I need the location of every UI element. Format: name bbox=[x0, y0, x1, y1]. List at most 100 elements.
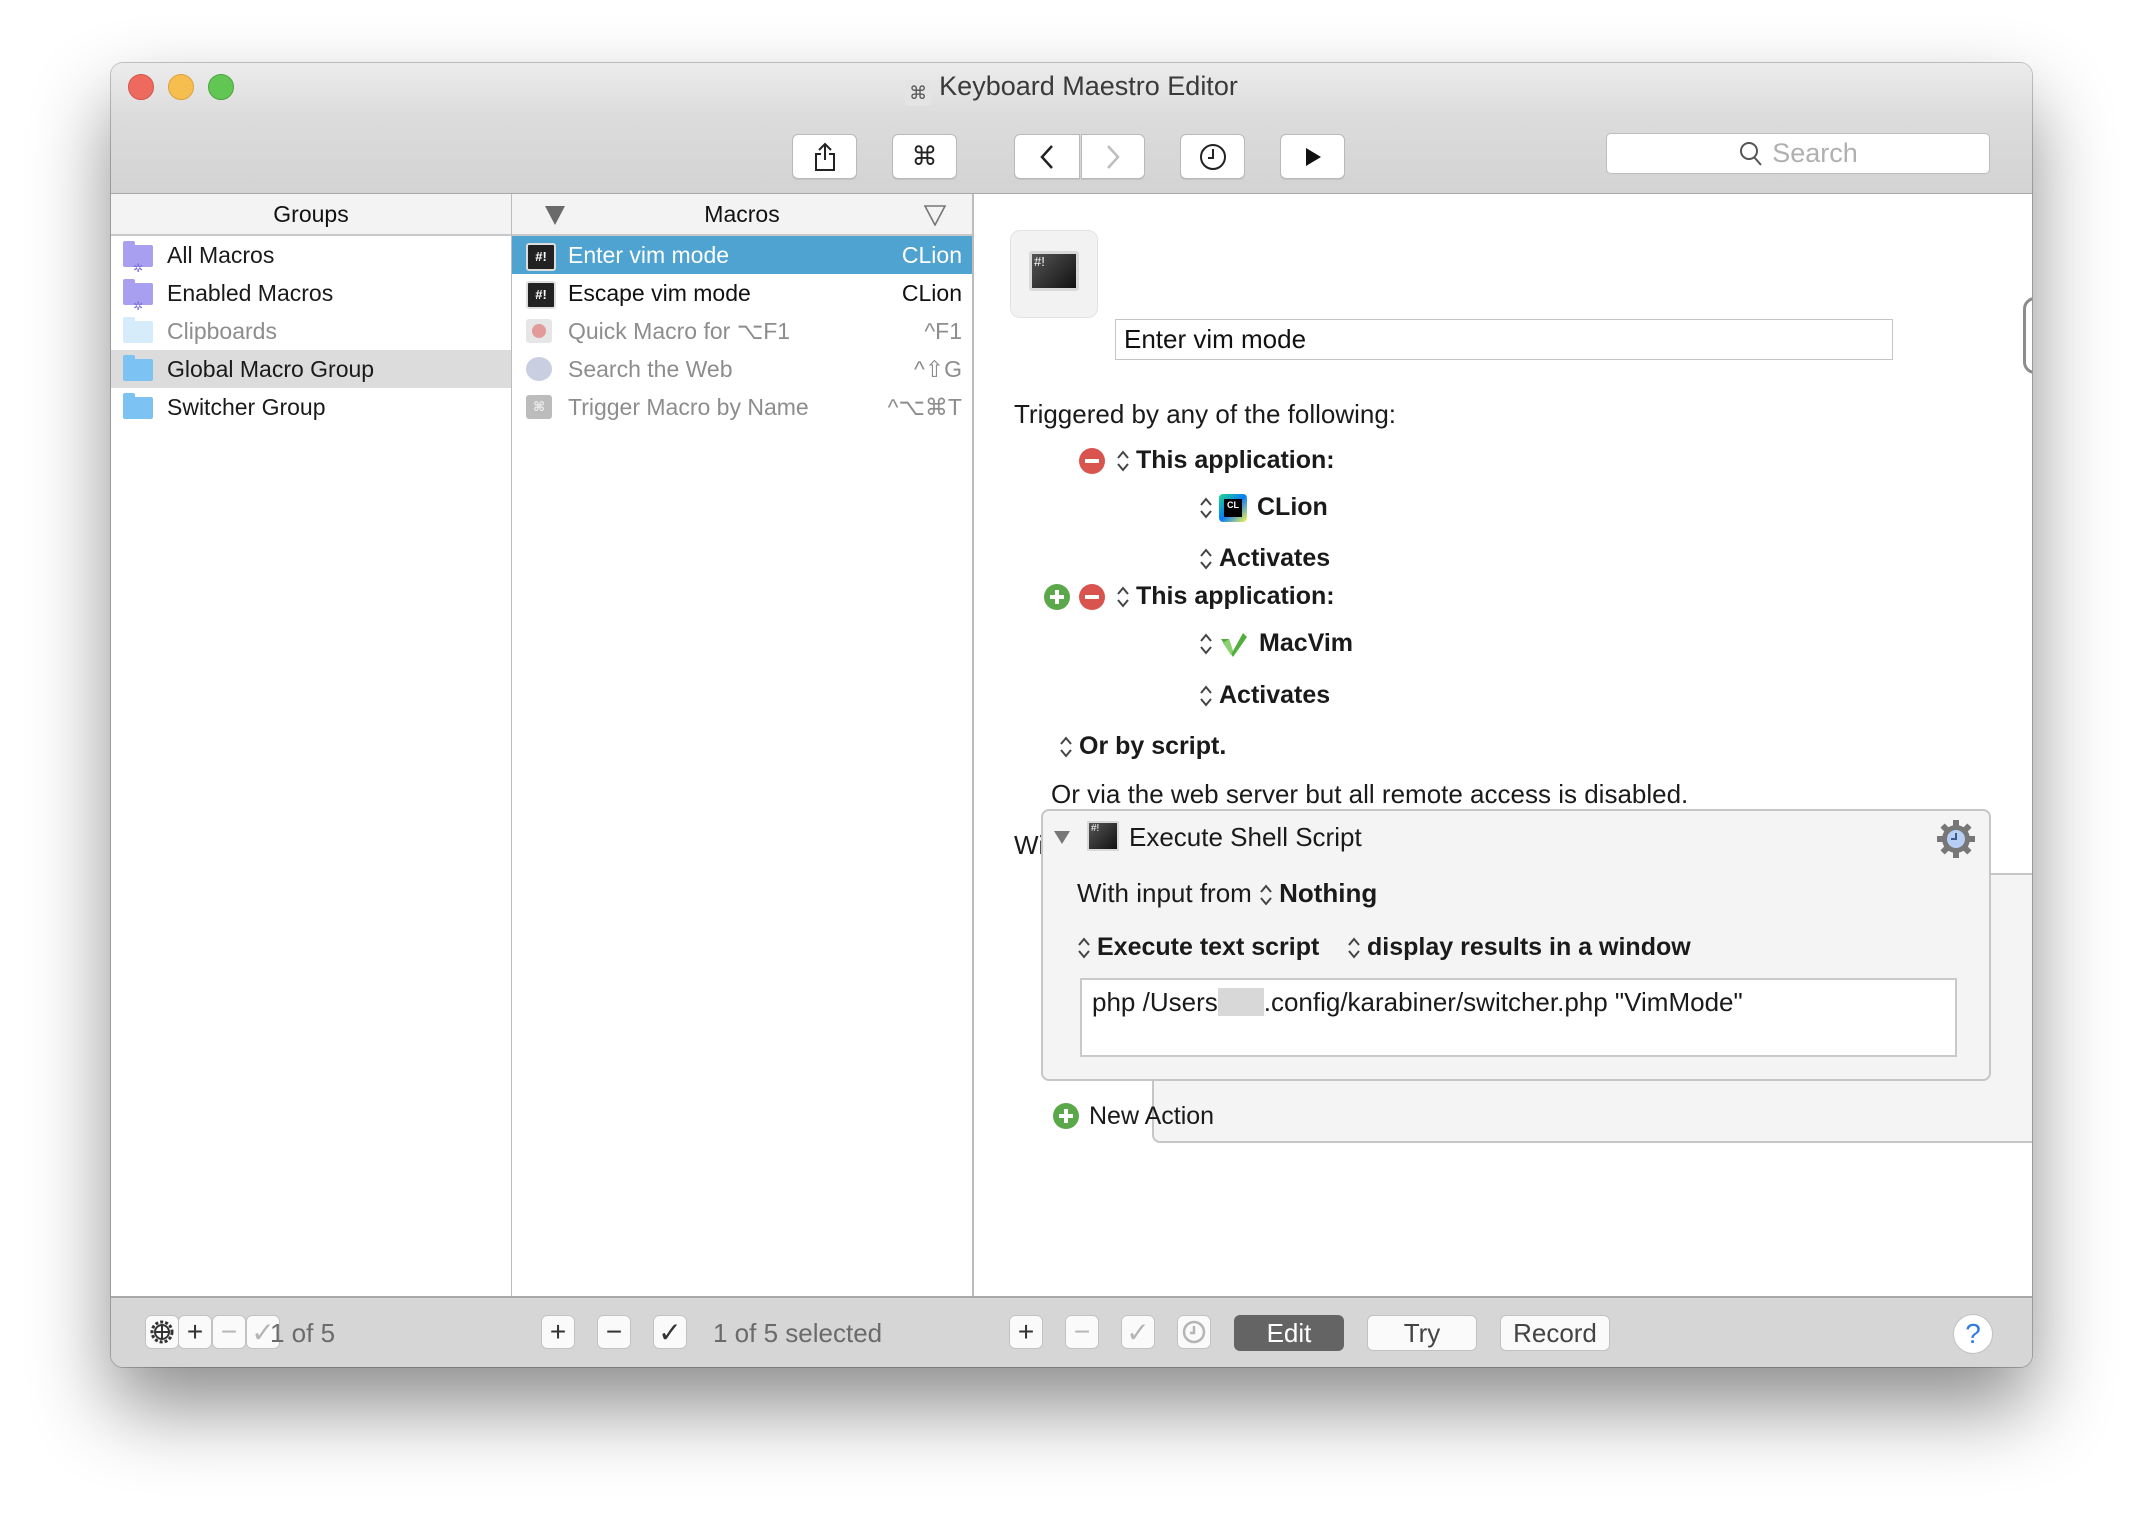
command-button[interactable]: ⌘ bbox=[892, 134, 957, 179]
groups-header[interactable]: Groups bbox=[111, 194, 511, 236]
script-mode-selector[interactable]: Execute text script bbox=[1077, 929, 1319, 965]
enable-macro-button[interactable]: ✓ bbox=[653, 1315, 687, 1349]
group-item[interactable]: ✲ Enabled Macros bbox=[111, 274, 511, 313]
new-action-button[interactable]: New Action bbox=[1053, 1100, 1214, 1132]
enable-action-button[interactable]: ✓ bbox=[1121, 1315, 1155, 1349]
macro-name-field[interactable] bbox=[1115, 319, 1893, 360]
share-button[interactable] bbox=[792, 134, 857, 179]
disclosure-triangle-icon[interactable] bbox=[1053, 829, 1071, 845]
macro-icon-well[interactable]: #! bbox=[1010, 230, 1098, 318]
macros-panel: Macros #! Enter vim mode CLion #! Escape vim… bbox=[512, 194, 974, 1296]
macro-item[interactable]: #! Enter vim mode CLion bbox=[512, 236, 972, 274]
output-selector[interactable]: display results in a window bbox=[1347, 929, 1691, 965]
macro-item[interactable]: Search the Web ^⇧G bbox=[512, 350, 972, 388]
minus-icon: − bbox=[1073, 1316, 1091, 1347]
groups-panel: Groups ✲ All Macros ✲ Enabled Macros Clipboa… bbox=[111, 194, 513, 1296]
command-icon: ⌘ bbox=[911, 141, 938, 171]
group-item-label: All Macros bbox=[167, 242, 275, 268]
macro-item-label: Quick Macro for ⌥F1 bbox=[568, 318, 791, 344]
trigger-app-selector[interactable]: MacVim bbox=[1199, 629, 1353, 659]
group-item-label: Clipboards bbox=[167, 318, 277, 344]
window-title-text: Keyboard Maestro Editor bbox=[939, 71, 1238, 101]
group-item[interactable]: Clipboards bbox=[111, 312, 511, 350]
stepper-icon bbox=[1200, 548, 1212, 570]
stepper-icon bbox=[1078, 937, 1090, 959]
macro-enabled-checkbox[interactable] bbox=[2023, 297, 2032, 374]
checkmark-icon bbox=[2026, 300, 2032, 371]
script-text-area[interactable]: php /Users .config/karabiner/switcher.php… bbox=[1080, 978, 1957, 1057]
script-text-prefix: php /Users bbox=[1092, 987, 1218, 1017]
title-toolbar: ⌘ Keyboard Maestro Editor ⌘ Search bbox=[111, 63, 2032, 195]
macro-item-label: Escape vim mode bbox=[568, 280, 751, 306]
remove-trigger-button[interactable] bbox=[1079, 584, 1105, 610]
macros-header-label: Macros bbox=[704, 201, 780, 227]
script-trigger-selector[interactable]: Or by script. bbox=[1059, 732, 1226, 761]
clock-icon bbox=[1199, 143, 1226, 170]
clion-app-icon: CL bbox=[1219, 494, 1247, 523]
group-settings-button[interactable] bbox=[145, 1315, 179, 1349]
shell-script-icon: #! bbox=[526, 243, 556, 271]
macro-item-label: Enter vim mode bbox=[568, 242, 730, 268]
history-button[interactable] bbox=[1180, 134, 1245, 179]
try-button[interactable]: Try bbox=[1367, 1315, 1477, 1351]
search-field[interactable]: Search bbox=[1606, 133, 1990, 174]
collapse-triangle-icon[interactable] bbox=[544, 204, 566, 226]
minus-icon: − bbox=[220, 1316, 238, 1347]
stepper-icon bbox=[1117, 450, 1129, 472]
new-action-label: New Action bbox=[1089, 1102, 1215, 1130]
run-button[interactable] bbox=[1280, 134, 1345, 179]
macro-item[interactable]: Quick Macro for ⌥F1 ^F1 bbox=[512, 312, 972, 350]
trigger-type-selector[interactable]: This application: bbox=[1116, 582, 1335, 611]
plus-icon: + bbox=[549, 1316, 567, 1347]
chevron-right-icon bbox=[1107, 144, 1120, 169]
add-group-button[interactable]: + bbox=[178, 1315, 212, 1349]
stepper-icon bbox=[1117, 586, 1129, 608]
trigger-event-selector[interactable]: Activates bbox=[1199, 544, 1330, 573]
macro-item-trigger: CLion bbox=[901, 280, 962, 306]
trigger-app-selector[interactable]: CL CLion bbox=[1199, 493, 1328, 523]
plus-icon: + bbox=[1017, 1316, 1035, 1347]
folder-icon bbox=[123, 355, 153, 381]
help-button[interactable]: ? bbox=[1953, 1314, 1993, 1354]
remove-group-button[interactable]: − bbox=[212, 1315, 246, 1349]
macros-header[interactable]: Macros bbox=[512, 194, 972, 236]
input-source-row: With input from Nothing bbox=[1077, 875, 1377, 911]
shell-script-icon: #! bbox=[526, 281, 556, 309]
action-box[interactable]: #! Execute Shell Script With input from … bbox=[1041, 809, 1991, 1081]
group-item[interactable]: ✲ All Macros bbox=[111, 236, 511, 275]
trigger-event-selector[interactable]: Activates bbox=[1199, 681, 1330, 710]
add-trigger-button[interactable] bbox=[1044, 584, 1070, 610]
add-action-bottom-button[interactable]: + bbox=[1009, 1315, 1043, 1349]
filter-icon[interactable] bbox=[924, 204, 946, 226]
stepper-icon bbox=[1060, 736, 1072, 758]
macro-item-label: Trigger Macro by Name bbox=[568, 394, 809, 420]
group-item[interactable]: Switcher Group bbox=[111, 388, 511, 426]
keyboard-maestro-app-icon: ⌘ bbox=[905, 80, 932, 106]
back-button[interactable] bbox=[1014, 134, 1080, 179]
edit-button[interactable]: Edit bbox=[1234, 1315, 1344, 1351]
smart-folder-icon: ✲ bbox=[123, 279, 153, 313]
remove-macro-button[interactable]: − bbox=[597, 1315, 631, 1349]
remove-action-button[interactable]: − bbox=[1065, 1315, 1099, 1349]
group-item[interactable]: Global Macro Group bbox=[111, 350, 511, 388]
macro-item-trigger: ^⇧G bbox=[914, 356, 962, 382]
chevron-left-icon bbox=[1040, 144, 1053, 169]
macros-count: 1 of 5 selected bbox=[713, 1318, 883, 1348]
macro-item[interactable]: ⌘ Trigger Macro by Name ^⌥⌘T bbox=[512, 388, 972, 426]
record-key-icon bbox=[526, 319, 552, 343]
action-timer-button[interactable] bbox=[1177, 1315, 1211, 1349]
action-gear-icon[interactable] bbox=[1936, 819, 1976, 859]
add-macro-button[interactable]: + bbox=[541, 1315, 575, 1349]
stepper-icon bbox=[1260, 884, 1272, 906]
gear-plus-icon bbox=[150, 1320, 174, 1344]
input-label: With input from bbox=[1077, 878, 1252, 908]
stepper-icon bbox=[1200, 633, 1212, 655]
group-item-label: Switcher Group bbox=[167, 394, 326, 420]
forward-button[interactable] bbox=[1081, 134, 1145, 179]
trigger-type-selector[interactable]: This application: bbox=[1116, 446, 1335, 475]
triggered-by-label: Triggered by any of the following: bbox=[1014, 399, 1397, 429]
record-button[interactable]: Record bbox=[1500, 1315, 1610, 1351]
remove-trigger-button[interactable] bbox=[1079, 448, 1105, 474]
input-source-selector[interactable]: Nothing bbox=[1259, 878, 1377, 908]
macro-item[interactable]: #! Escape vim mode CLion bbox=[512, 274, 972, 312]
